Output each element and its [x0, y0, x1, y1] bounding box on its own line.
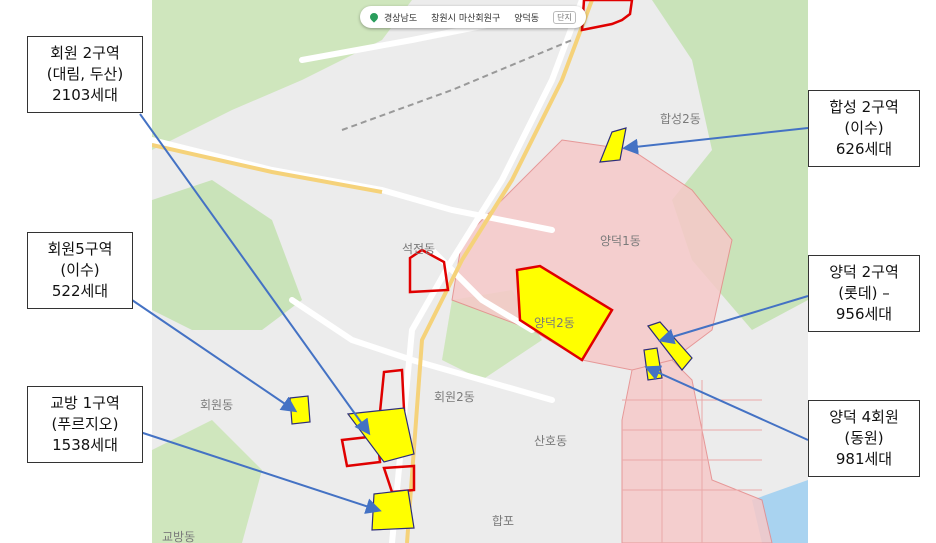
label-hapseong2-line1: 합성 2구역 — [829, 98, 899, 116]
label-yangdeok2-line1: 양덕 2구역 — [829, 263, 899, 281]
label-yangdeok2-line2: (롯데) – — [838, 284, 890, 302]
label-hoewon2-line3: 2103세대 — [52, 86, 118, 104]
label-yangdeok4-line2: (동원) — [844, 429, 884, 447]
label-hapseong2-line3: 626세대 — [835, 140, 893, 158]
label-gyobang1: 교방 1구역 (푸르지오) 1538세대 — [27, 386, 143, 463]
map-canvas — [152, 0, 808, 543]
label-hoewon5-line2: (이수) — [60, 261, 100, 279]
dong-label-gyobang: 교방동 — [162, 530, 196, 543]
location-pin-icon — [368, 11, 380, 23]
breadcrumb-city[interactable]: 창원시 마산회원구 — [431, 11, 500, 24]
label-hoewon5-line1: 회원5구역 — [47, 240, 113, 258]
label-gyobang1-line3: 1538세대 — [52, 436, 118, 454]
dong-label-yangdeok2: 양덕2동 — [534, 316, 575, 330]
dong-label-hapseong2: 합성2동 — [660, 112, 701, 126]
label-yangdeok2: 양덕 2구역 (롯데) – 956세대 — [808, 255, 920, 332]
dong-label-sanho: 산호동 — [534, 434, 568, 448]
label-hoewon2: 회원 2구역 (대림, 두산) 2103세대 — [27, 36, 143, 113]
label-yangdeok4-line3: 981세대 — [835, 450, 893, 468]
label-gyobang1-line1: 교방 1구역 — [50, 394, 120, 412]
label-hapseong2-line2: (이수) — [844, 119, 884, 137]
label-yangdeok2-line3: 956세대 — [835, 305, 893, 323]
label-yangdeok4: 양덕 4회원 (동원) 981세대 — [808, 400, 920, 477]
label-hapseong2: 합성 2구역 (이수) 626세대 — [808, 90, 920, 167]
label-hoewon2-line1: 회원 2구역 — [50, 44, 120, 62]
label-gyobang1-line2: (푸르지오) — [51, 415, 119, 433]
label-hoewon5-line3: 522세대 — [51, 282, 109, 300]
breadcrumb-dong[interactable]: 양덕동 — [514, 11, 539, 24]
dong-label-hoewon: 회원동 — [200, 398, 234, 412]
label-hoewon2-line2: (대림, 두산) — [46, 65, 124, 83]
dong-label-hoewon2: 회원2동 — [434, 390, 475, 404]
breadcrumb-province[interactable]: 경상남도 — [384, 11, 417, 24]
map-view[interactable]: 경상남도 창원시 마산회원구 양덕동 단지 합성2동 양덕1동 양덕2동 석전동… — [152, 0, 808, 543]
label-hoewon5: 회원5구역 (이수) 522세대 — [27, 232, 133, 309]
label-yangdeok4-line1: 양덕 4회원 — [829, 408, 899, 426]
dong-label-yangdeok1: 양덕1동 — [600, 234, 641, 248]
dong-label-happo: 합포 — [492, 514, 515, 528]
breadcrumb[interactable]: 경상남도 창원시 마산회원구 양덕동 단지 — [360, 6, 586, 28]
dong-label-seokjeon: 석전동 — [402, 242, 436, 256]
unit-toggle[interactable]: 단지 — [553, 10, 576, 24]
